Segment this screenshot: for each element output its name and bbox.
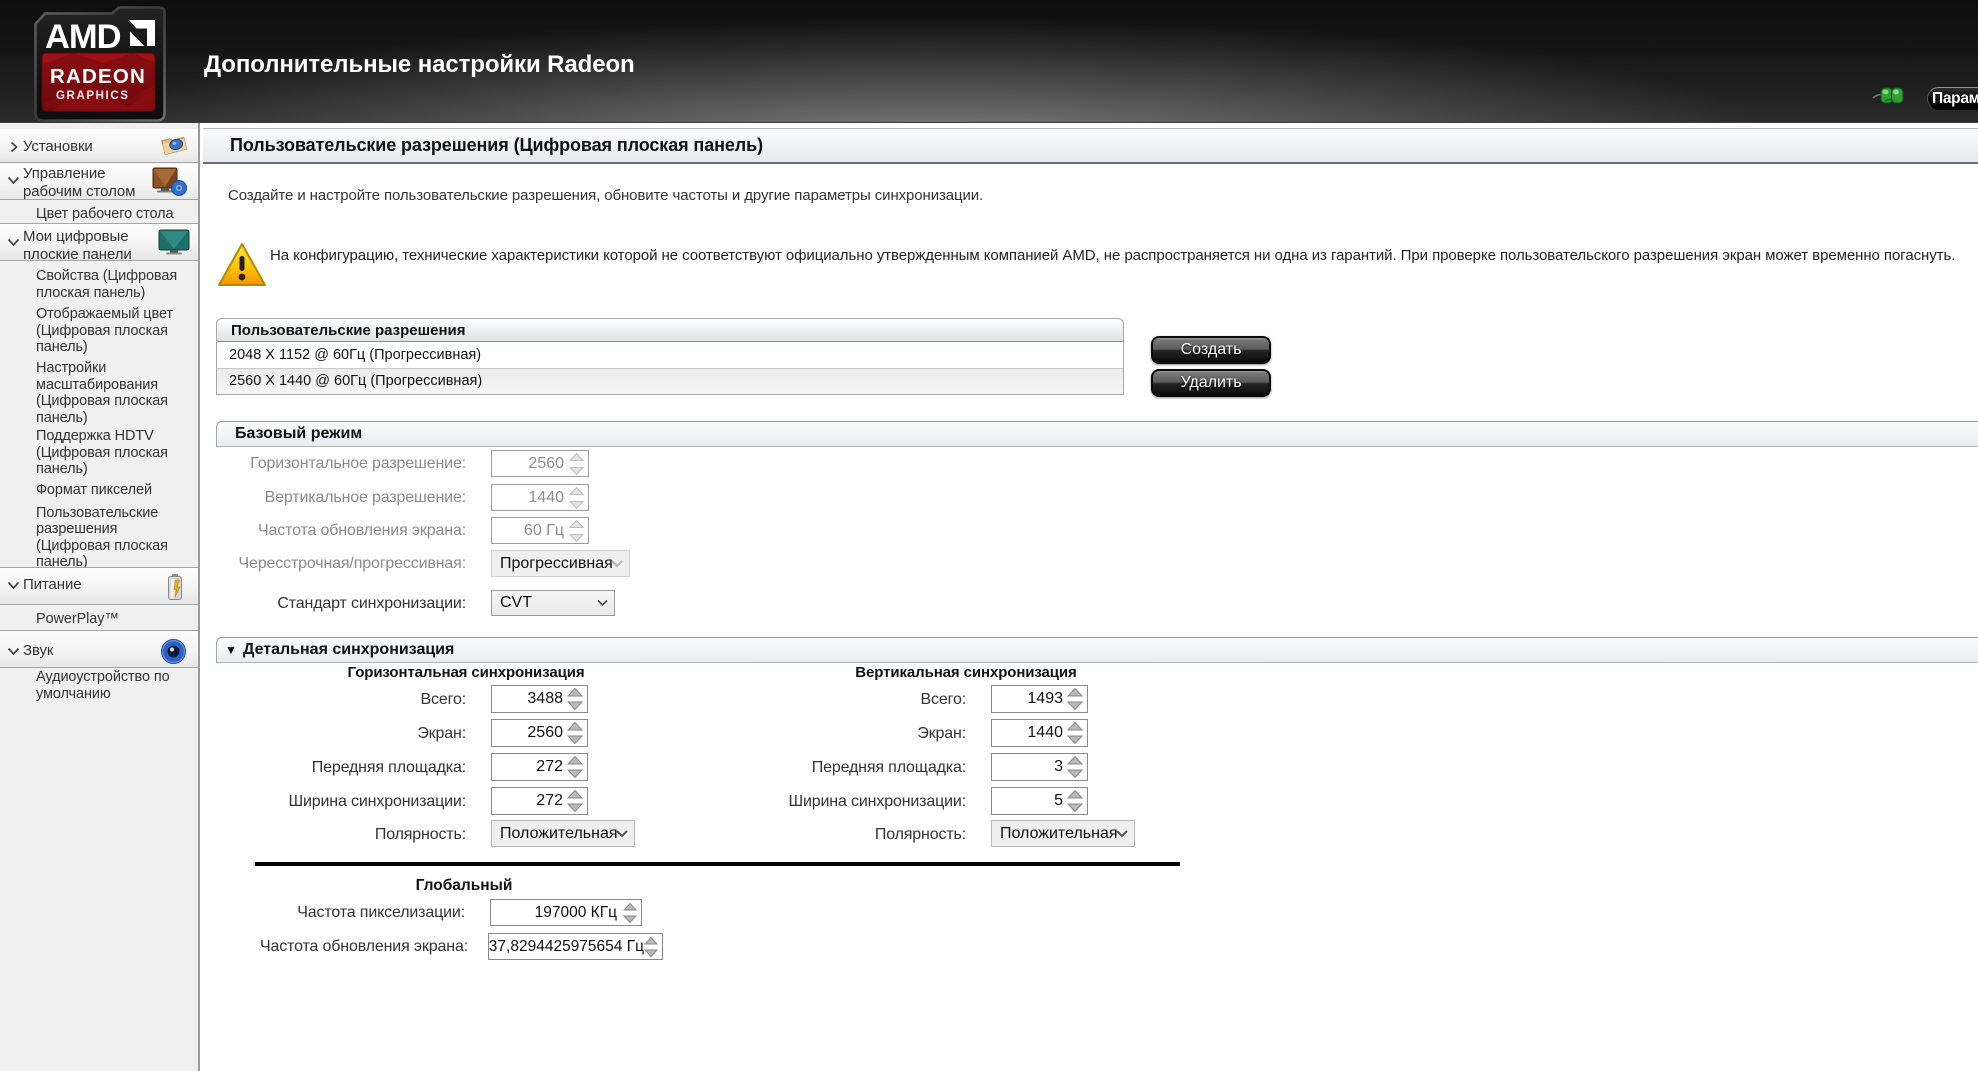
svg-text:AMD: AMD: [45, 18, 121, 56]
svg-text:RADEON: RADEON: [50, 65, 146, 88]
svg-text:GRAPHICS: GRAPHICS: [56, 90, 130, 102]
